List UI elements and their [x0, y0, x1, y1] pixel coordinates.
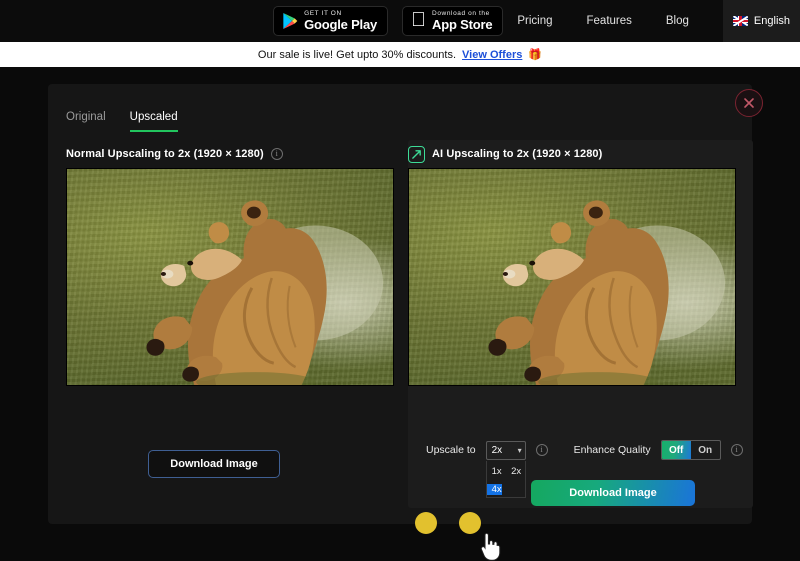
ai-upscaled-image	[408, 168, 736, 386]
nav-link-blog[interactable]: Blog	[666, 15, 689, 27]
normal-upscaled-image	[66, 168, 394, 386]
tab-upscaled[interactable]: Upscaled	[129, 111, 178, 132]
upscale-select-value: 2x	[491, 444, 503, 456]
uk-flag-icon	[732, 16, 748, 26]
enhance-info-icon[interactable]: i	[730, 444, 743, 456]
upscale-option-2x[interactable]: 2x	[506, 466, 521, 477]
view-tabs: Original Upscaled	[66, 111, 178, 132]
page-body: Original Upscaled Normal Upscaling to 2x…	[0, 67, 800, 561]
normal-upscale-title: Normal Upscaling to 2x (1920 × 1280)	[66, 148, 264, 160]
upscale-dropdown-list: 1x 2x 4x	[485, 460, 526, 498]
ai-upscale-panel: AI Upscaling to 2x (1920 × 1280) Upscale…	[408, 140, 753, 508]
apple-icon: 	[411, 10, 426, 30]
upscale-info-icon[interactable]: i	[535, 444, 548, 456]
ai-controls-row: Upscale to 2x ▾ 1x 2x 4x i Enhance Quali…	[426, 440, 743, 498]
top-navigation-bar: GET IT ON Google Play  Download on the …	[0, 0, 800, 42]
normal-download-image-button[interactable]: Download Image	[148, 450, 280, 478]
ai-expand-icon	[408, 145, 425, 163]
nav-link-pricing[interactable]: Pricing	[517, 15, 552, 27]
google-play-icon	[283, 13, 298, 29]
pagination-dot[interactable]	[415, 512, 437, 534]
enhance-quality-label: Enhance Quality	[573, 444, 651, 456]
ai-upscale-header: AI Upscaling to 2x (1920 × 1280)	[408, 140, 753, 168]
nav-link-features[interactable]: Features	[587, 15, 632, 27]
mouse-cursor-pointer-icon	[480, 533, 501, 561]
language-label: English	[753, 15, 790, 27]
enhance-quality-off-option[interactable]: Off	[661, 441, 691, 459]
close-button[interactable]	[735, 89, 763, 117]
normal-upscale-info-icon[interactable]: i	[270, 148, 283, 160]
tab-original[interactable]: Original	[66, 111, 106, 132]
pagination-dot[interactable]	[459, 512, 481, 534]
bear-illustration	[146, 200, 384, 385]
language-selector[interactable]: English	[722, 0, 800, 42]
chevron-down-icon: ▾	[517, 445, 522, 455]
ai-download-image-button[interactable]: Download Image	[531, 480, 695, 506]
close-icon	[744, 98, 754, 108]
app-store-badge[interactable]:  Download on the App Store	[402, 6, 504, 36]
normal-upscale-header: Normal Upscaling to 2x (1920 × 1280) i	[66, 140, 411, 168]
upscale-option-1x[interactable]: 1x	[487, 466, 502, 477]
upscale-to-label: Upscale to	[426, 444, 476, 456]
normal-upscale-panel: Normal Upscaling to 2x (1920 × 1280) i D…	[66, 140, 411, 508]
upscale-option-4x[interactable]: 4x	[486, 483, 502, 495]
promo-banner: Our sale is live! Get upto 30% discounts…	[0, 42, 800, 67]
enhance-quality-toggle: Off On	[660, 440, 721, 460]
pagination-dots	[48, 512, 800, 534]
google-play-big-text: Google Play	[304, 16, 378, 32]
gift-icon: 🎁	[528, 49, 543, 61]
bear-illustration-ai	[488, 200, 726, 385]
app-store-big-text: App Store	[432, 16, 493, 32]
ai-upscale-title: AI Upscaling to 2x (1920 × 1280)	[432, 148, 603, 160]
upscale-select-wrapper: 2x ▾ 1x 2x 4x	[485, 440, 526, 498]
promo-text: Our sale is live! Get upto 30% discounts…	[257, 48, 457, 61]
view-offers-link[interactable]: View Offers	[462, 49, 522, 61]
upscale-select[interactable]: 2x ▾	[485, 440, 526, 460]
upscale-result-modal: Original Upscaled Normal Upscaling to 2x…	[48, 84, 763, 534]
enhance-quality-on-option[interactable]: On	[691, 441, 720, 459]
google-play-badge[interactable]: GET IT ON Google Play	[273, 6, 389, 36]
